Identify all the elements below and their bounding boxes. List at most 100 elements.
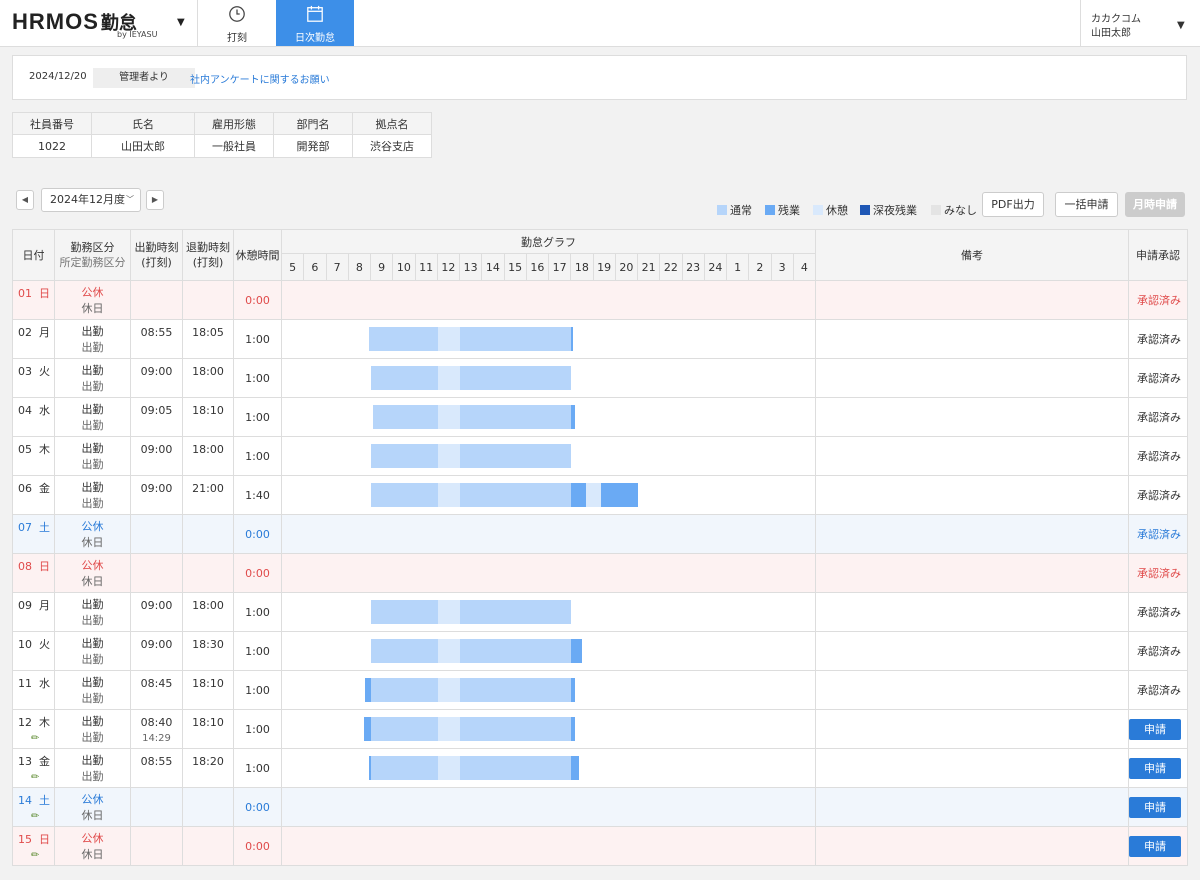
- notice-date: 2024/12/20: [29, 71, 87, 82]
- cell-end-time: 18:05: [182, 319, 234, 359]
- cell-kubun: 出勤 出勤: [54, 631, 131, 671]
- pencil-icon[interactable]: ✏: [31, 850, 54, 861]
- graph-hour-label: 2: [748, 253, 772, 281]
- user-menu[interactable]: カカクコム 山田太郎 ▼: [1080, 0, 1200, 46]
- graph-bar-segment: [460, 717, 572, 741]
- cell-end-time: [182, 280, 234, 320]
- graph-hour-label: 9: [369, 253, 394, 281]
- graph-bar-segment: [460, 444, 572, 468]
- end-time: 18:00: [192, 599, 224, 612]
- graph-bar-segment: [363, 717, 371, 741]
- date-weekday: 火: [39, 638, 50, 651]
- cell-graph: [281, 553, 816, 593]
- pencil-icon[interactable]: ✏: [31, 772, 54, 783]
- cell-kubun: 公休 休日: [54, 514, 131, 554]
- kubun-value: 出勤: [81, 325, 104, 338]
- notice-link[interactable]: 社内アンケートに関するお願い: [190, 71, 330, 86]
- cell-note[interactable]: [815, 475, 1129, 515]
- approval-status: 承認済み: [1137, 489, 1181, 502]
- cell-note[interactable]: [815, 787, 1129, 827]
- apply-button[interactable]: 申請: [1129, 835, 1181, 857]
- logo-subtitle: by IEYASU: [117, 30, 158, 39]
- cell-end-time: 18:10: [182, 397, 234, 437]
- kubun-sub-value: 休日: [81, 848, 104, 861]
- user-name: 山田太郎: [1091, 28, 1131, 39]
- user-company: カカクコム: [1091, 14, 1141, 25]
- kubun-value: 出勤: [81, 637, 104, 650]
- cell-note[interactable]: [815, 709, 1129, 749]
- cell-graph: [281, 748, 816, 788]
- date-day: 13: [18, 755, 32, 768]
- emp-header-name: 氏名: [91, 112, 195, 135]
- pencil-icon[interactable]: ✏: [31, 733, 54, 744]
- graph-bar-segment: [571, 756, 579, 780]
- cell-note[interactable]: [815, 748, 1129, 788]
- kubun-sub-value: 休日: [81, 536, 104, 549]
- graph-bar-segment: [460, 678, 572, 702]
- col-header-kubun: 勤務区分 所定勤務区分: [54, 229, 131, 281]
- cell-end-time: 21:00: [182, 475, 234, 515]
- cell-break: 1:00: [233, 592, 282, 632]
- cell-note[interactable]: [815, 826, 1129, 866]
- cell-note[interactable]: [815, 670, 1129, 710]
- date-day: 04: [18, 404, 32, 417]
- pdf-export-button[interactable]: PDF出力: [982, 192, 1044, 217]
- cell-note[interactable]: [815, 319, 1129, 359]
- kubun-value: 出勤: [81, 481, 104, 494]
- cell-graph: [281, 709, 816, 749]
- kubun-value: 公休: [81, 559, 104, 572]
- graph-hour-label: 18: [570, 253, 594, 281]
- graph-bar-segment: [460, 405, 572, 429]
- cell-note[interactable]: [815, 436, 1129, 476]
- cell-note[interactable]: [815, 280, 1129, 320]
- cell-note[interactable]: [815, 553, 1129, 593]
- cell-note[interactable]: [815, 592, 1129, 632]
- graph-hour-label: 17: [547, 253, 572, 281]
- cell-graph: [281, 280, 816, 320]
- cell-approval: 申請: [1128, 709, 1188, 749]
- graph-hour-label: 12: [436, 253, 461, 281]
- month-select[interactable]: 2024年12月度 ﹀: [41, 188, 141, 212]
- date-day: 05: [18, 443, 32, 456]
- table-row: 05 木出勤 出勤 09:00 18:00 1:00 承認済み: [12, 436, 1188, 476]
- cell-start-time: 09:05: [130, 397, 183, 437]
- approval-status: 承認済み: [1137, 450, 1181, 463]
- cell-graph: [281, 514, 816, 554]
- cell-note[interactable]: [815, 631, 1129, 671]
- cell-break: 1:00: [233, 748, 282, 788]
- tab-daily-attendance[interactable]: 日次勤怠: [276, 0, 354, 46]
- prev-month-button[interactable]: ◀: [16, 190, 34, 210]
- start-time: 09:00: [140, 638, 173, 651]
- cell-note[interactable]: [815, 514, 1129, 554]
- tab-punch[interactable]: 打刻: [197, 0, 277, 46]
- chevron-down-icon[interactable]: ▼: [1177, 20, 1185, 31]
- table-row: 04 水出勤 出勤 09:05 18:10 1:00 承認済み: [12, 397, 1188, 437]
- start-time: 09:00: [140, 599, 173, 612]
- cell-note[interactable]: [815, 358, 1129, 398]
- cell-date: 13 金 ✏: [12, 748, 55, 788]
- graph-bar-segment: [571, 405, 575, 429]
- app-switcher-caret-icon[interactable]: ▼: [177, 17, 185, 28]
- kubun-sub-value: 出勤: [81, 770, 104, 783]
- cell-break: 0:00: [233, 826, 282, 866]
- chevron-left-icon: ◀: [21, 195, 29, 204]
- cell-approval: 承認済み: [1128, 280, 1188, 320]
- approval-status: 承認済み: [1137, 372, 1181, 385]
- cell-break: 0:00: [233, 514, 282, 554]
- next-month-button[interactable]: ▶: [146, 190, 164, 210]
- date-weekday: 土: [39, 794, 50, 807]
- apply-button[interactable]: 申請: [1129, 718, 1181, 740]
- start-time: 09:05: [140, 404, 173, 417]
- date-weekday: 水: [39, 677, 50, 690]
- bulk-apply-button[interactable]: 一括申請: [1055, 192, 1118, 217]
- col-header-graph: 勤怠グラフ: [281, 229, 816, 254]
- graph-hour-label: 21: [636, 253, 661, 281]
- cell-date: 06 金: [12, 475, 55, 515]
- cell-note[interactable]: [815, 397, 1129, 437]
- pencil-icon[interactable]: ✏: [31, 811, 54, 822]
- legend-swatch-deemed: [931, 205, 941, 215]
- apply-button[interactable]: 申請: [1129, 796, 1181, 818]
- apply-button[interactable]: 申請: [1129, 757, 1181, 779]
- cell-break: 1:00: [233, 397, 282, 437]
- start-time: 08:45: [140, 677, 173, 690]
